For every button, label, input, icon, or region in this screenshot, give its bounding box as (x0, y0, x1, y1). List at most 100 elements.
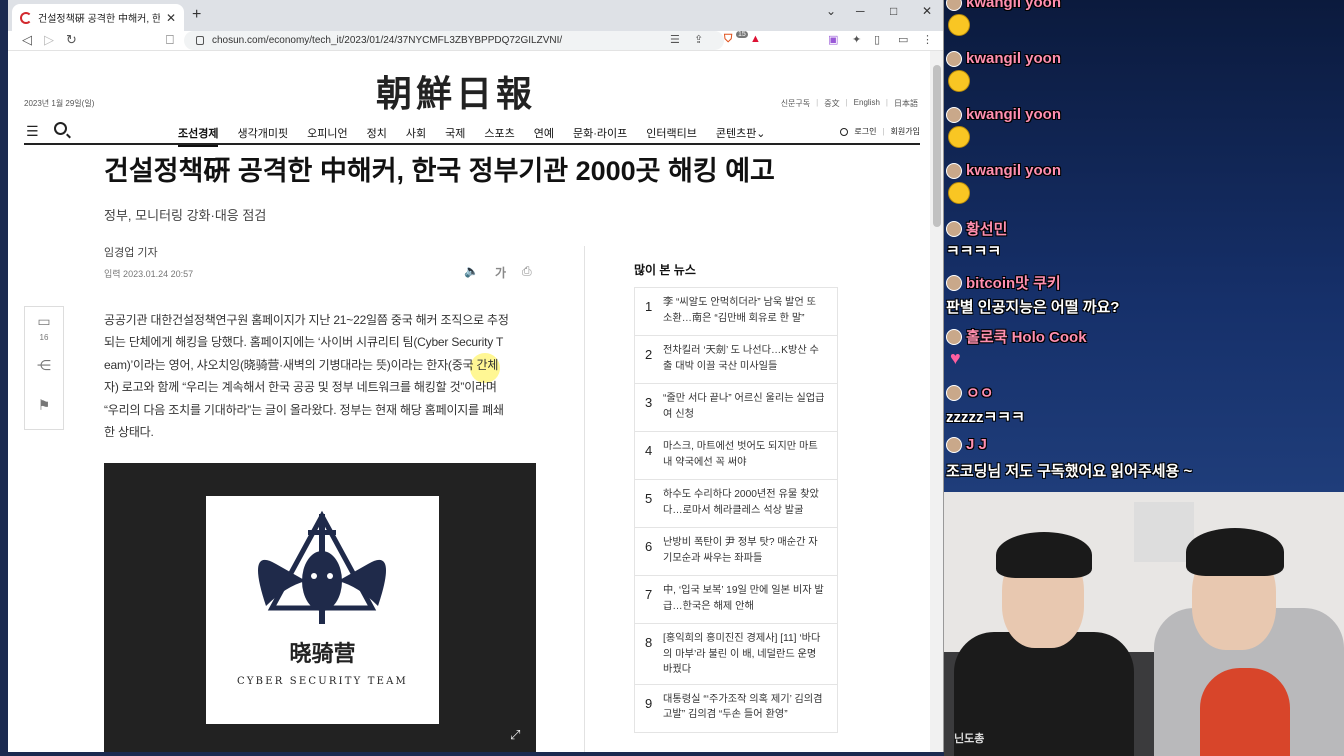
list-item[interactable]: 1李 “씨알도 안먹히더라” 남욱 발언 또 소환…南은 “김만배 회유로 한 … (635, 288, 837, 336)
list-item[interactable]: 9 대통령실 “‘주가조작 의혹 제기’ 김의겸 고발” 김의겸 “두손 들어 환… (635, 685, 837, 733)
nav-interactive[interactable]: 인터랙티브 (646, 125, 697, 147)
heart-emoji-icon: ♥ (950, 348, 961, 368)
nav-society[interactable]: 사회 (406, 125, 426, 147)
browser-tab[interactable]: 건설정책硏 공격한 中해커, 한국 정부기관 ✕ (12, 4, 184, 31)
link-japanese[interactable]: 日本語 (894, 98, 918, 109)
nav-international[interactable]: 국제 (445, 125, 465, 147)
avatar (946, 328, 962, 345)
signup-link[interactable]: 회원가입 (891, 126, 920, 137)
avatar (946, 0, 962, 11)
link-subscribe[interactable]: 신문구독 (781, 98, 810, 109)
comment-icon[interactable]: ▭ (25, 313, 63, 330)
share-icon[interactable]: ⇪ (694, 33, 703, 46)
body-line: 자) 로고와 함께 “우리는 계속해서 한국 공공 및 정부 네트워크를 해킹할… (104, 380, 497, 395)
nav-sports[interactable]: 스포츠 (484, 125, 514, 147)
bookmark-icon[interactable]: ⚑ (25, 397, 63, 414)
team-caption: CYBER SECURITY TEAM (237, 676, 408, 687)
reload-icon[interactable]: ↻ (66, 32, 77, 48)
chat-message: kwangil yoon (946, 162, 1061, 179)
hanzi-caption: 晓骑营 (289, 641, 356, 666)
browser-toolbar: ◁ ▷ ↻ ⎕ chosun.com/economy/tech_it/2023/… (8, 31, 943, 51)
page-scrollbar[interactable] (930, 51, 943, 752)
share-icon[interactable]: ⋲ (25, 357, 63, 374)
reader-mode-icon[interactable]: ☰ (670, 33, 680, 46)
expand-icon[interactable]: ⤢ (510, 727, 520, 743)
menu-icon[interactable]: ⋮ (922, 33, 933, 46)
chat-message: 황선민 (946, 218, 1007, 239)
minimize-button[interactable]: ─ (856, 4, 865, 18)
avatar (946, 106, 962, 123)
webcam-feed: 닌도총 (944, 492, 1344, 756)
article-byline[interactable]: 임경업 기자 (104, 244, 158, 260)
list-item[interactable]: 5 하수도 수리하다 2000년전 유물 찾았다…로마서 헤라클레스 석상 발굴 (635, 480, 837, 528)
article-tools: 🔈 가 ⎙ (464, 264, 532, 281)
nav-opinion[interactable]: 오피니언 (307, 125, 347, 147)
hamburger-menu-icon[interactable]: ☰ (26, 123, 39, 140)
tab-bar: 건설정책硏 공격한 中해커, 한국 정부기관 ✕ + ⌄ ─ □ ✕ (8, 0, 943, 31)
brave-shield-icon[interactable]: ⛉ (724, 33, 732, 46)
close-button[interactable]: ✕ (922, 4, 932, 18)
print-icon[interactable]: ⎙ (522, 264, 532, 281)
link-chinese[interactable]: 중文 (824, 98, 839, 109)
scrollbar-thumb[interactable] (933, 65, 941, 227)
tab-search-icon[interactable]: ⌄ (826, 4, 836, 18)
new-tab-button[interactable]: + (192, 6, 201, 24)
chat-message: bitcoin맛 쿠키 (946, 272, 1061, 293)
bookmark-icon[interactable]: ⎕ (166, 32, 174, 48)
body-line: “우리의 다음 조치를 기대하라”는 글이 올라왔다. 정부는 현재 해당 홈페… (104, 402, 504, 417)
list-item[interactable]: 6 난방비 폭탄이 尹 정부 탓? 매순간 자기모순과 싸우는 좌파들 (635, 528, 837, 576)
address-bar[interactable]: chosun.com/economy/tech_it/2023/01/24/37… (184, 31, 724, 50)
nav-entertainment[interactable]: 연예 (534, 125, 554, 147)
link-english[interactable]: English (854, 98, 880, 109)
avatar (946, 162, 962, 179)
nav-contents[interactable]: 콘텐츠판⌄ (716, 125, 766, 147)
list-item[interactable]: 7 中, ‘입국 보복’ 19일 만에 일본 비자 발급…한국은 해제 안해 (635, 576, 837, 624)
article-image[interactable]: 晓骑营 CYBER SECURITY TEAM ⤢ (104, 463, 536, 752)
comment-count: 16 (39, 333, 49, 342)
audio-icon[interactable]: 🔈 (464, 264, 479, 281)
maximize-button[interactable]: □ (890, 4, 897, 18)
back-icon[interactable]: ◁ (22, 32, 32, 48)
article-headline: 건설정책硏 공격한 中해커, 한국 정부기관 2000곳 해킹 예고 (104, 156, 775, 186)
body-line: 한 상태다. (104, 425, 154, 440)
chat-text: zzzzzㅋㅋㅋ (946, 409, 1025, 426)
top-links: 신문구독 | 중文 | English | 日本語 (780, 98, 918, 109)
list-item[interactable]: 4 마스크, 마트에선 벗어도 되지만 마트 내 약국에선 꼭 써야 (635, 432, 837, 480)
site-date: 2023년 1월 29일(일) (24, 99, 95, 108)
forward-icon[interactable]: ▷ (44, 32, 54, 48)
avatar (946, 274, 962, 291)
popular-news-title: 많이 본 뉴스 (634, 263, 696, 277)
wallet-icon[interactable]: ▭ (898, 33, 908, 46)
site-navigation: ☰ 조선경제 생각개미핏 오피니언 정치 사회 국제 스포츠 연예 문화·라이프… (24, 119, 920, 147)
list-item[interactable]: 2 전차킬러 ‘天劍’ 도 나선다…K방산 수출 대박 이끌 국산 미사일들 (635, 336, 837, 384)
article-subhead: 정부, 모니터링 강화·대응 점검 (104, 208, 267, 223)
nav-culture[interactable]: 문화·라이프 (573, 125, 627, 147)
person-icon (840, 127, 849, 136)
login-link[interactable]: 로그인 (854, 126, 876, 137)
chat-text: 판별 인공지능은 어떨 까요? (946, 299, 1120, 316)
chat-text: 조코딩님 저도 구독했어요 읽어주세용 ~ (946, 463, 1193, 480)
nav-ant[interactable]: 생각개미핏 (237, 125, 288, 147)
chosun-logo[interactable]: 朝鮮日報 (376, 65, 536, 117)
list-item[interactable]: 3 “줄만 서다 끝나” 어르신 울리는 실업급여 신청 (635, 384, 837, 432)
avatar (946, 220, 962, 237)
page-viewport: 2023년 1월 29일(일) 朝鮮日報 신문구독 | 중文 | English | … (8, 51, 930, 752)
extensions-puzzle-icon[interactable]: ✦ (852, 33, 861, 46)
search-icon[interactable] (54, 122, 67, 135)
list-item[interactable]: 8 [홍익희의 홍미진진 경제사] [11] ‘바다의 마부’라 불린 이 배, … (635, 624, 837, 685)
sidebar-toggle-icon[interactable]: ▯ (874, 33, 880, 46)
article-share-sidebar: ▭ 16 ⋲ ⚑ (24, 306, 64, 430)
chat-message: 홀로쿡 Holo Cook (946, 326, 1087, 347)
chat-message: kwangil yoon (946, 0, 1061, 11)
brave-rewards-icon[interactable]: ▲ (750, 33, 761, 45)
font-size-button[interactable]: 가 (495, 264, 506, 281)
extension-m-icon[interactable]: ▣ (828, 33, 838, 46)
body-line: 공공기관 대한건설정책연구원 홈페이지가 지난 21~22일쯤 중국 해커 조직… (104, 313, 509, 327)
nav-politics[interactable]: 정치 (367, 125, 387, 147)
avatar (946, 436, 962, 453)
chat-message: J J (946, 436, 987, 453)
nav-economy[interactable]: 조선경제 (178, 125, 219, 147)
chat-message: kwangil yoon (946, 50, 1061, 67)
url-text: chosun.com/economy/tech_it/2023/01/24/37… (212, 35, 563, 46)
tab-close-icon[interactable]: ✕ (166, 11, 176, 25)
